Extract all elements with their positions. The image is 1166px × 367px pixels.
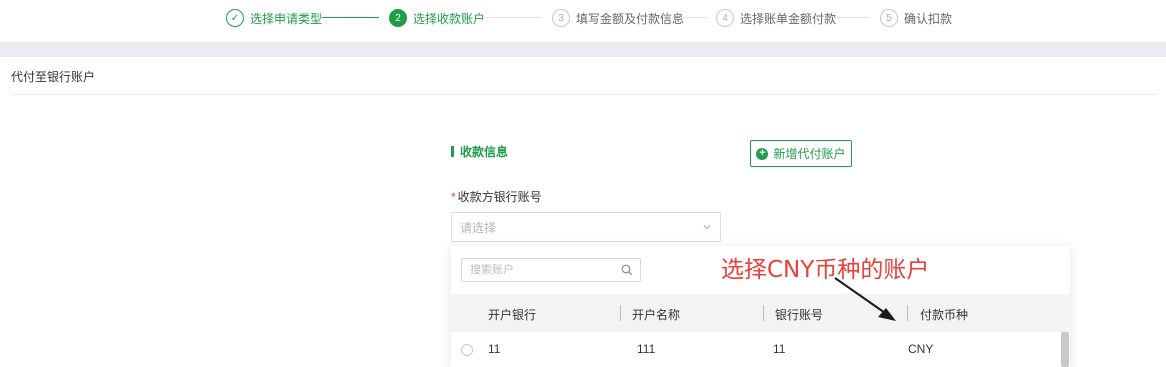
steps-bar: ✓ 选择申请类型 2 选择收款账户 3 填写金额及付款信息 4 选择账单金额付款… (0, 0, 1166, 42)
info-heading: 收款信息 (451, 143, 508, 160)
add-payee-account-button[interactable]: + 新增代付账户 (750, 140, 852, 167)
step-label: 选择申请类型 (250, 11, 323, 26)
select-placeholder: 请选择 (460, 220, 497, 235)
check-icon: ✓ (226, 9, 244, 27)
step-connector (485, 17, 542, 18)
plus-circle-icon: + (756, 147, 769, 160)
step-number: 2 (389, 9, 407, 27)
cell-name: 111 (637, 342, 656, 356)
step-connector (322, 17, 379, 18)
account-select[interactable]: 请选择 (451, 212, 721, 242)
step-number: 5 (880, 9, 898, 27)
column-header-account: 银行账号 (775, 308, 824, 322)
account-label-text: 收款方银行账号 (457, 190, 542, 204)
table-row[interactable]: 11 111 11 CNY (451, 332, 1061, 367)
cell-currency: CNY (908, 342, 934, 356)
column-header-name: 开户名称 (632, 308, 681, 322)
heading-accent-bar (451, 146, 454, 157)
section-title: 代付至银行账户 (11, 70, 96, 84)
table-header: 开户银行 开户名称 银行账号 付款币种 (451, 294, 1070, 332)
row-radio[interactable] (461, 344, 473, 356)
chevron-down-icon (703, 225, 711, 230)
step-label: 选择账单金额付款 (740, 11, 837, 26)
step-number: 4 (716, 9, 734, 27)
step-label: 选择收款账户 (413, 11, 486, 26)
column-header-bank: 开户银行 (488, 308, 537, 322)
step-number: 3 (552, 9, 570, 27)
account-search-input[interactable] (470, 264, 610, 276)
step-fill-amount[interactable]: 3 填写金额及付款信息 (552, 8, 684, 28)
account-search (461, 258, 641, 282)
column-separator (620, 305, 621, 321)
dropdown-scrollbar[interactable] (1061, 332, 1069, 367)
step-connector (833, 17, 870, 18)
cell-bank: 11 (488, 342, 501, 356)
step-select-bill[interactable]: 4 选择账单金额付款 (716, 8, 836, 28)
required-mark: * (451, 190, 456, 204)
step-select-account[interactable]: 2 选择收款账户 (389, 8, 485, 28)
info-heading-text: 收款信息 (460, 145, 509, 159)
search-icon[interactable] (621, 264, 633, 276)
annotation-arrow-icon (834, 277, 896, 321)
cell-account: 11 (773, 342, 786, 356)
step-label: 填写金额及付款信息 (576, 11, 685, 26)
section-divider (11, 94, 1158, 95)
add-button-label: 新增代付账户 (773, 147, 846, 161)
column-header-currency: 付款币种 (920, 308, 969, 322)
step-confirm[interactable]: 5 确认扣款 (880, 8, 952, 28)
step-label: 确认扣款 (904, 11, 953, 26)
account-field-label: * 收款方银行账号 (451, 188, 542, 205)
step-connector (680, 17, 707, 18)
column-separator (763, 305, 764, 321)
step-select-type[interactable]: ✓ 选择申请类型 (226, 8, 322, 28)
header-separator (0, 42, 1166, 57)
